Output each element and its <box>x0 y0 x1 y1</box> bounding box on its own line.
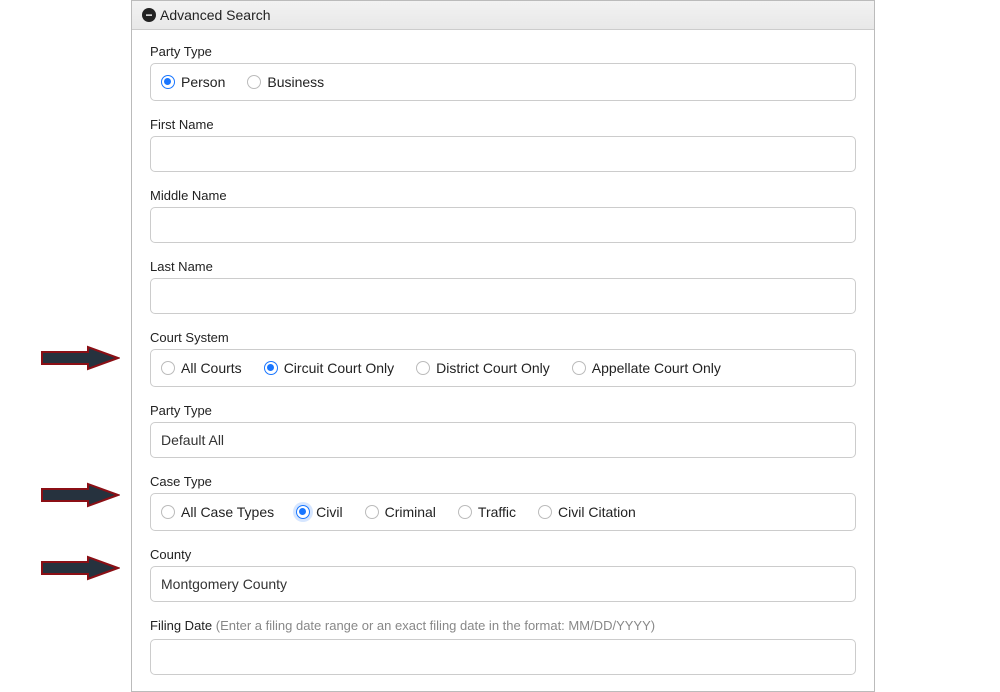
case-type-criminal-option[interactable]: Criminal <box>365 504 436 520</box>
radio-icon <box>247 75 261 89</box>
last-name-input[interactable] <box>150 278 856 314</box>
court-system-district-option[interactable]: District Court Only <box>416 360 550 376</box>
radio-icon <box>365 505 379 519</box>
last-name-label: Last Name <box>150 259 856 274</box>
arrow-icon <box>40 555 120 581</box>
radio-icon <box>416 361 430 375</box>
panel-title: Advanced Search <box>160 7 271 23</box>
party-type-select-label: Party Type <box>150 403 856 418</box>
radio-label: Traffic <box>478 504 516 520</box>
case-type-traffic-option[interactable]: Traffic <box>458 504 516 520</box>
radio-label: Civil <box>316 504 342 520</box>
party-type-radio-container: Person Business <box>150 63 856 101</box>
party-type-select-value: Default All <box>161 432 224 448</box>
filing-date-label-text: Filing Date <box>150 618 212 633</box>
arrow-icon <box>40 345 120 371</box>
case-type-radio-container: All Case Types Civil Criminal Traffic Ci… <box>150 493 856 531</box>
county-select-value: Montgomery County <box>161 576 287 592</box>
radio-label: Circuit Court Only <box>284 360 394 376</box>
court-system-radio-container: All Courts Circuit Court Only District C… <box>150 349 856 387</box>
first-name-input[interactable] <box>150 136 856 172</box>
panel-header[interactable]: − Advanced Search <box>132 1 874 30</box>
filing-date-label: Filing Date (Enter a filing date range o… <box>150 618 856 633</box>
court-system-appellate-option[interactable]: Appellate Court Only <box>572 360 721 376</box>
radio-label: District Court Only <box>436 360 550 376</box>
case-type-all-option[interactable]: All Case Types <box>161 504 274 520</box>
middle-name-input[interactable] <box>150 207 856 243</box>
filing-date-group: Filing Date (Enter a filing date range o… <box>150 618 856 675</box>
court-system-circuit-option[interactable]: Circuit Court Only <box>264 360 394 376</box>
panel-body: Party Type Person Business First Name Mi… <box>132 30 874 675</box>
party-type-person-option[interactable]: Person <box>161 74 225 90</box>
radio-label: Civil Citation <box>558 504 636 520</box>
party-type-select-group: Party Type Default All <box>150 403 856 458</box>
court-system-label: Court System <box>150 330 856 345</box>
party-type-business-option[interactable]: Business <box>247 74 324 90</box>
middle-name-group: Middle Name <box>150 188 856 243</box>
radio-icon <box>538 505 552 519</box>
party-type-label: Party Type <box>150 44 856 59</box>
radio-icon <box>161 361 175 375</box>
radio-icon <box>458 505 472 519</box>
case-type-label: Case Type <box>150 474 856 489</box>
collapse-icon[interactable]: − <box>142 8 156 22</box>
middle-name-label: Middle Name <box>150 188 856 203</box>
radio-icon <box>572 361 586 375</box>
advanced-search-panel: − Advanced Search Party Type Person Busi… <box>131 0 875 692</box>
radio-icon <box>161 505 175 519</box>
party-type-group: Party Type Person Business <box>150 44 856 101</box>
radio-label: Person <box>181 74 225 90</box>
first-name-label: First Name <box>150 117 856 132</box>
radio-icon <box>264 361 278 375</box>
first-name-group: First Name <box>150 117 856 172</box>
last-name-group: Last Name <box>150 259 856 314</box>
case-type-civil-option[interactable]: Civil <box>296 504 342 520</box>
county-group: County Montgomery County <box>150 547 856 602</box>
court-system-group: Court System All Courts Circuit Court On… <box>150 330 856 387</box>
arrow-icon <box>40 482 120 508</box>
filing-date-input[interactable] <box>150 639 856 675</box>
case-type-civil-citation-option[interactable]: Civil Citation <box>538 504 636 520</box>
county-select[interactable]: Montgomery County <box>150 566 856 602</box>
radio-label: Business <box>267 74 324 90</box>
filing-date-hint: (Enter a filing date range or an exact f… <box>216 618 655 633</box>
radio-icon <box>296 505 310 519</box>
radio-label: All Courts <box>181 360 242 376</box>
radio-label: Appellate Court Only <box>592 360 721 376</box>
radio-icon <box>161 75 175 89</box>
radio-label: All Case Types <box>181 504 274 520</box>
case-type-group: Case Type All Case Types Civil Criminal … <box>150 474 856 531</box>
party-type-select[interactable]: Default All <box>150 422 856 458</box>
court-system-all-option[interactable]: All Courts <box>161 360 242 376</box>
county-label: County <box>150 547 856 562</box>
radio-label: Criminal <box>385 504 436 520</box>
